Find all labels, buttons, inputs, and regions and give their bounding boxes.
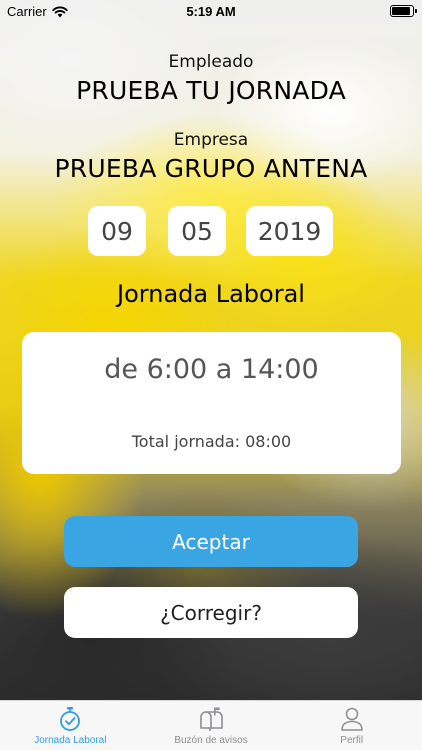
- tab-jornada-laboral[interactable]: Jornada Laboral: [0, 701, 141, 750]
- battery-icon: [390, 5, 417, 17]
- schedule-total: Total jornada: 08:00: [131, 432, 292, 451]
- tab-label: Jornada Laboral: [34, 735, 107, 746]
- accept-button[interactable]: Aceptar: [64, 516, 358, 567]
- schedule-hours: de 6:00 a 14:00: [104, 354, 319, 385]
- employee-name: PRUEBA TU JORNADA: [76, 76, 346, 105]
- correct-button[interactable]: ¿Corregir?: [64, 587, 358, 638]
- mailbox-icon: [200, 707, 223, 731]
- employee-label: Empleado: [168, 52, 254, 72]
- status-time: 5:19 AM: [186, 4, 236, 19]
- tab-perfil[interactable]: Perfil: [281, 701, 422, 750]
- date-day: 09: [88, 206, 146, 256]
- tab-label: Perfil: [340, 735, 364, 746]
- tab-bar: Jornada Laboral Buzón de avisos Perfil: [0, 700, 422, 750]
- date-month: 05: [168, 206, 226, 256]
- date-year: 2019: [246, 206, 333, 256]
- company-name: PRUEBA GRUPO ANTENA: [54, 154, 368, 183]
- schedule-card: de 6:00 a 14:00 Total jornada: 08:00: [22, 332, 401, 474]
- workday-title: Jornada Laboral: [117, 280, 305, 308]
- tab-label: Buzón de avisos: [174, 735, 248, 746]
- status-bar: Carrier 5:19 AM: [0, 0, 422, 24]
- person-icon: [340, 707, 363, 731]
- stopwatch-check-icon: [60, 707, 81, 731]
- tab-buzon-de-avisos[interactable]: Buzón de avisos: [141, 701, 282, 750]
- company-label: Empresa: [173, 130, 249, 150]
